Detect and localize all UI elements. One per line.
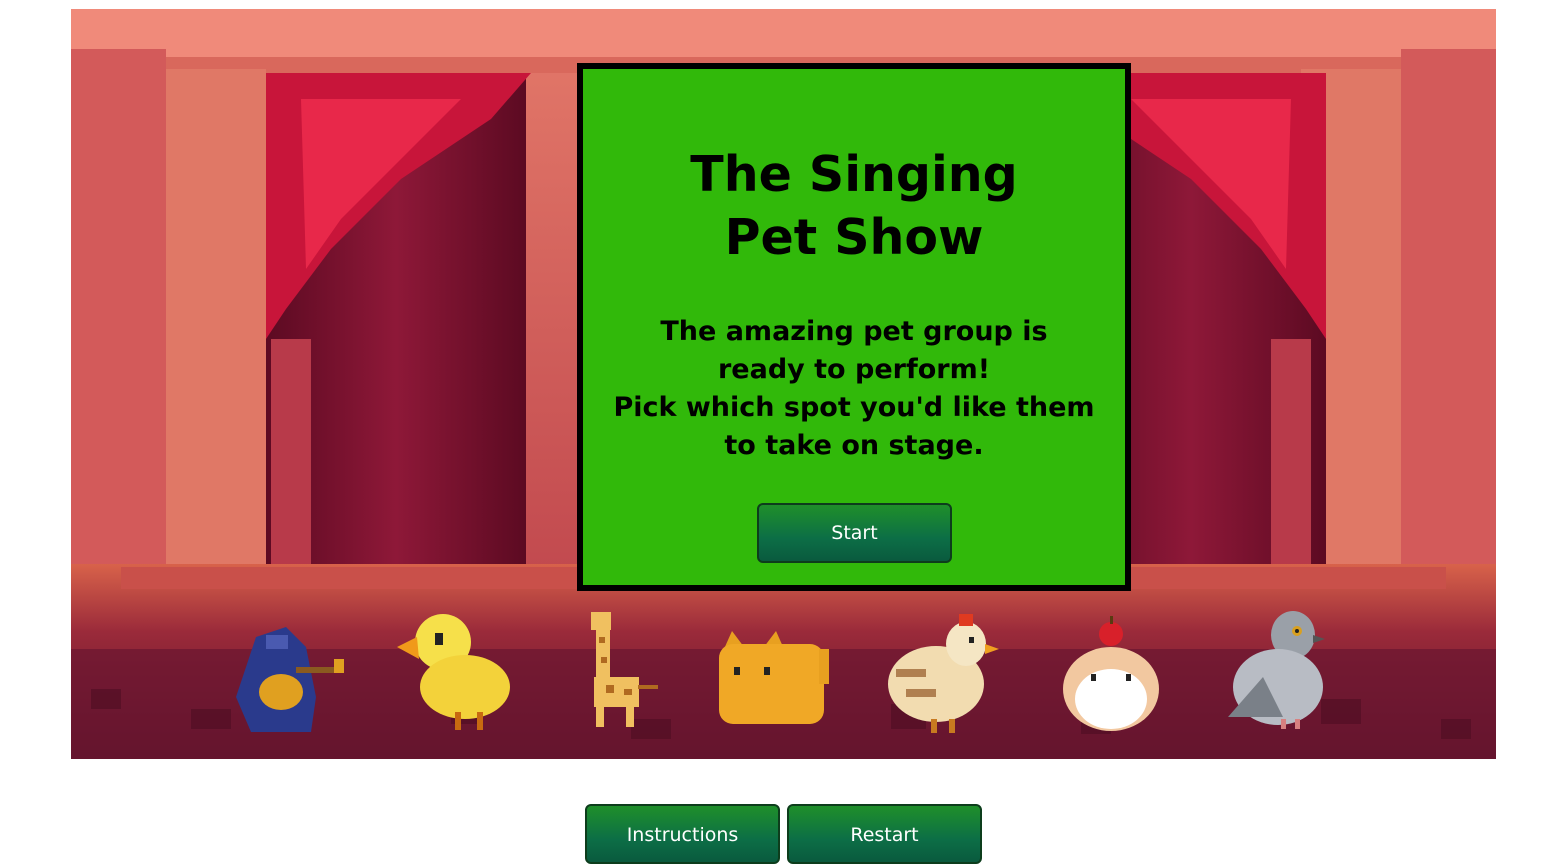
intro-message-line2: Pick which spot you'd like them to take … bbox=[613, 392, 1095, 461]
hamster-pet-icon bbox=[1063, 616, 1159, 731]
game-title: The Singing Pet Show bbox=[690, 146, 1018, 266]
chicken-pet-icon bbox=[888, 614, 999, 733]
restart-button[interactable]: Restart bbox=[787, 804, 982, 864]
giraffe-pet-icon bbox=[591, 612, 658, 727]
game-stage: The Singing Pet Show The amazing pet gro… bbox=[71, 9, 1496, 759]
duck-pet-icon bbox=[397, 614, 510, 730]
instructions-button[interactable]: Instructions bbox=[585, 804, 780, 864]
gorilla-guitar-pet-icon bbox=[236, 627, 344, 732]
start-button[interactable]: Start bbox=[757, 503, 952, 563]
cat-pet-icon bbox=[719, 631, 829, 724]
intro-dialog: The Singing Pet Show The amazing pet gro… bbox=[577, 63, 1131, 591]
bottom-controls: Instructions Restart bbox=[585, 804, 982, 864]
intro-message-line1: The amazing pet group is ready to perfor… bbox=[660, 316, 1048, 385]
intro-message: The amazing pet group is ready to perfor… bbox=[613, 313, 1095, 465]
pigeon-pet-icon bbox=[1228, 611, 1325, 729]
